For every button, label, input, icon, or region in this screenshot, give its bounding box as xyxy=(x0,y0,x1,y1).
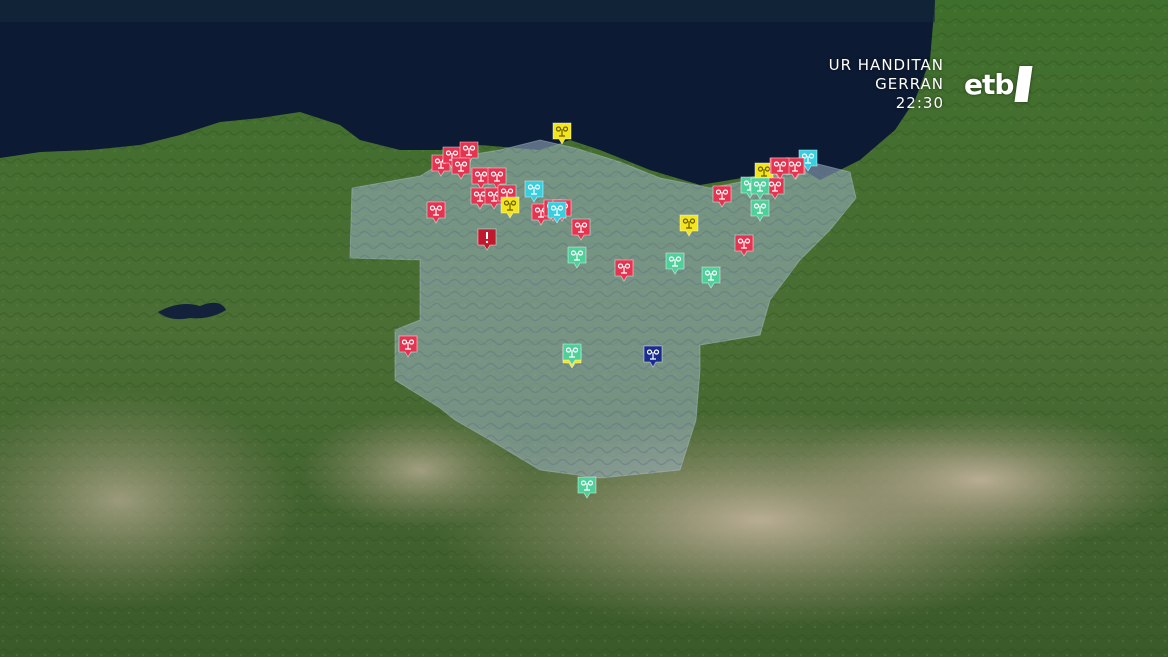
top-strip xyxy=(0,0,935,22)
channel-logo-text: etb xyxy=(964,67,1014,101)
program-promo: UR HANDITAN GERRAN 22:30 xyxy=(829,56,944,113)
logo-bar-icon xyxy=(1014,66,1033,102)
channel-logo: etb xyxy=(964,64,1033,104)
exclamation-icon xyxy=(485,232,489,244)
promo-time: 22:30 xyxy=(895,94,944,112)
promo-title-line1: UR HANDITAN xyxy=(828,56,944,74)
promo-title-line2: GERRAN xyxy=(875,75,944,93)
dry-plain xyxy=(780,410,1168,550)
